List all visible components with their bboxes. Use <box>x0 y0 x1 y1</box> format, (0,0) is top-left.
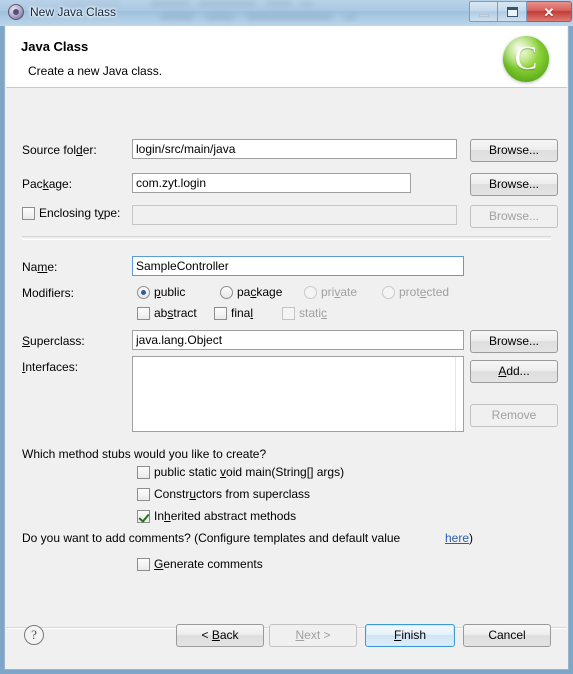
restore-icon <box>507 7 518 17</box>
interfaces-add-button[interactable]: Add... <box>470 360 558 383</box>
minimize-icon <box>479 14 489 17</box>
generate-comments-checkbox[interactable] <box>137 558 150 571</box>
modifier-radio-private <box>304 286 317 299</box>
close-icon: ✕ <box>543 5 555 20</box>
wizard-content: Source folder: Browse... Package: Browse… <box>6 88 567 627</box>
class-name-label: Name: <box>22 260 58 274</box>
modifier-label-public: public <box>154 285 186 299</box>
modifier-checkbox-final[interactable] <box>214 307 227 320</box>
enclosing-type-label: Enclosing type: <box>39 206 121 220</box>
help-button[interactable]: ? <box>24 625 44 645</box>
stub-label-inherited-abstract: Inherited abstract methods <box>154 509 297 523</box>
stub-checkbox-main-method[interactable] <box>137 466 150 479</box>
modifier-checkbox-static <box>282 307 295 320</box>
source-folder-label: Source folder: <box>22 143 97 157</box>
minimize-button[interactable] <box>469 1 498 22</box>
window-controls: ✕ <box>469 1 572 22</box>
dialog-frame: Java Class Create a new Java class. C So… <box>4 26 569 670</box>
superclass-label: Superclass: <box>22 334 85 348</box>
cancel-button[interactable]: Cancel <box>463 624 551 647</box>
superclass-input[interactable] <box>132 330 464 350</box>
package-label: Package: <box>22 177 73 191</box>
configure-templates-link[interactable]: here <box>445 531 469 545</box>
stub-checkbox-constructors[interactable] <box>137 488 150 501</box>
new-java-class-dialog: New Java Class ✕ Java Class Create a new… <box>0 0 573 674</box>
badge-letter: C <box>514 40 538 77</box>
source-folder-browse-button[interactable]: Browse... <box>470 139 558 162</box>
page-title: Java Class <box>21 39 89 54</box>
stub-label-constructors: Constructors from superclass <box>154 487 311 501</box>
superclass-browse-button[interactable]: Browse... <box>470 330 558 353</box>
modifier-label-final: final <box>231 306 254 320</box>
stub-label-main-method: public static void main(String[] args) <box>154 465 345 479</box>
section-divider-1 <box>22 236 551 240</box>
modifier-label-abstract: abstract <box>154 306 197 320</box>
close-button[interactable]: ✕ <box>527 1 572 22</box>
modifier-label-static: static <box>299 306 328 320</box>
green-c-badge-icon: C <box>503 36 549 82</box>
enclosing-type-browse-button: Browse... <box>470 205 558 228</box>
comments-question-tail: ) <box>469 531 473 545</box>
modifier-label-private: private <box>321 285 358 299</box>
finish-button[interactable]: Finish <box>365 624 455 647</box>
java-class-icon <box>8 4 24 20</box>
modifier-label-protected: protected <box>399 285 450 299</box>
modifier-label-package: package <box>237 285 283 299</box>
interfaces-label: Interfaces: <box>22 360 79 374</box>
enclosing-type-checkbox[interactable] <box>22 207 35 220</box>
source-folder-input[interactable] <box>132 139 457 159</box>
back-button[interactable]: < Back <box>176 624 264 647</box>
restore-button[interactable] <box>498 1 527 22</box>
enclosing-type-input[interactable] <box>132 205 457 225</box>
generate-comments-label: Generate comments <box>154 557 263 571</box>
interfaces-listbox[interactable] <box>132 356 464 432</box>
method-stubs-question: Which method stubs would you like to cre… <box>22 447 267 461</box>
modifier-radio-public[interactable] <box>137 286 150 299</box>
page-subtitle: Create a new Java class. <box>28 64 163 78</box>
package-input[interactable] <box>132 173 411 193</box>
modifier-radio-package[interactable] <box>220 286 233 299</box>
wizard-header: Java Class Create a new Java class. C <box>6 26 567 88</box>
class-name-input[interactable] <box>132 256 464 276</box>
modifier-radio-protected <box>382 286 395 299</box>
modifiers-label: Modifiers: <box>22 286 75 300</box>
modifier-checkbox-abstract[interactable] <box>137 307 150 320</box>
title-bar[interactable]: New Java Class ✕ <box>0 0 573 26</box>
package-browse-button[interactable]: Browse... <box>470 173 558 196</box>
interfaces-remove-button: Remove <box>470 404 558 427</box>
stub-checkbox-inherited-abstract[interactable] <box>137 510 150 523</box>
window-title: New Java Class <box>30 5 117 19</box>
next-button: Next > <box>269 624 357 647</box>
comments-question: Do you want to add comments? (Configure … <box>22 531 401 545</box>
interfaces-scroll-track[interactable] <box>455 357 456 431</box>
